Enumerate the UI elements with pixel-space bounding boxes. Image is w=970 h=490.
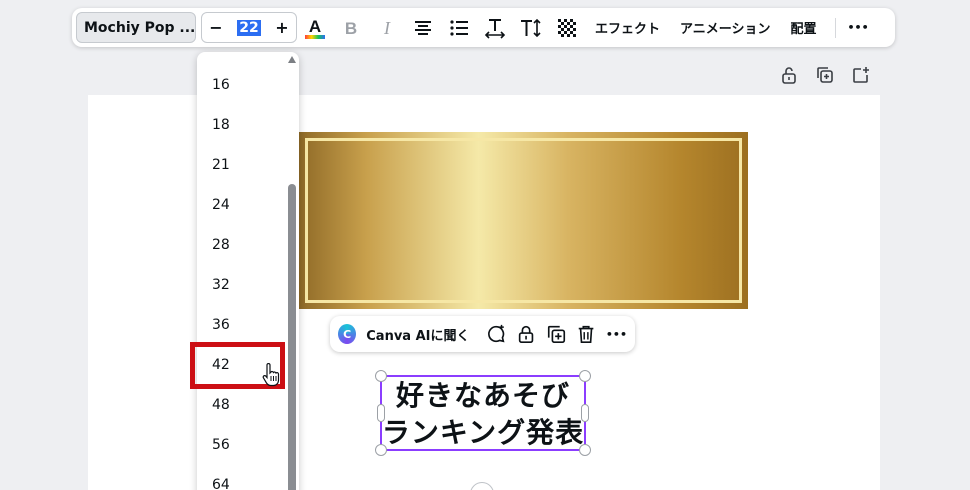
effects-button[interactable]: エフェクト <box>585 18 670 37</box>
page-actions <box>780 66 870 84</box>
font-size-option[interactable]: 56 <box>197 425 287 465</box>
font-size-input[interactable]: 22 <box>237 19 261 36</box>
add-page-icon[interactable] <box>852 66 870 84</box>
mini-more-button[interactable]: ••• <box>606 328 627 341</box>
font-size-option[interactable]: 21 <box>197 145 287 185</box>
font-size-option[interactable]: 64 <box>197 465 287 490</box>
position-button[interactable]: 配置 <box>781 18 827 37</box>
gold-banner-image[interactable] <box>299 132 748 309</box>
ask-canva-ai-button[interactable]: Canva AIに聞く <box>366 325 469 344</box>
dropdown-scrollbar[interactable] <box>288 56 296 490</box>
font-size-option[interactable]: 32 <box>197 265 287 305</box>
font-size-option[interactable]: 36 <box>197 305 287 345</box>
font-size-option[interactable]: 48 <box>197 385 287 425</box>
align-center-icon[interactable] <box>405 12 441 43</box>
hand-pointer-icon <box>262 363 280 387</box>
font-size-dropdown: 16 18 21 24 28 32 36 42 48 56 64 <box>197 52 299 490</box>
scroll-up-arrow-icon[interactable] <box>288 56 296 63</box>
selected-text-box[interactable]: 好きなあそび ランキング発表 <box>375 370 591 456</box>
size-decrease-button[interactable]: − <box>206 18 226 37</box>
unlock-icon[interactable] <box>780 66 798 84</box>
letter-spacing-icon[interactable] <box>477 12 513 43</box>
toolbar-divider <box>834 17 836 38</box>
canva-ai-icon[interactable]: C <box>338 324 357 344</box>
text-size-icon[interactable] <box>513 12 549 43</box>
element-mini-toolbar: C Canva AIに聞く ••• <box>330 316 635 352</box>
font-size-option[interactable]: 16 <box>197 65 287 105</box>
font-size-option[interactable]: 24 <box>197 185 287 225</box>
gold-banner-frame <box>305 138 742 303</box>
comment-add-icon[interactable] <box>486 323 506 345</box>
font-size-option[interactable]: 18 <box>197 105 287 145</box>
italic-icon[interactable]: I <box>369 12 405 43</box>
svg-text:B: B <box>345 19 357 37</box>
transparency-icon[interactable] <box>549 12 585 43</box>
more-options-button[interactable]: ••• <box>844 21 873 34</box>
font-family-select[interactable]: Mochiy Pop ... <box>76 12 196 43</box>
scrollbar-thumb[interactable] <box>288 184 296 490</box>
list-icon[interactable] <box>441 12 477 43</box>
font-size-stepper: − 22 + <box>201 12 297 43</box>
text-line-1: 好きなあそび <box>395 379 570 412</box>
text-color-icon[interactable]: A <box>297 12 333 43</box>
duplicate-page-icon[interactable] <box>816 66 834 84</box>
size-increase-button[interactable]: + <box>272 18 292 37</box>
trash-icon[interactable] <box>576 323 596 345</box>
svg-text:I: I <box>383 19 391 37</box>
duplicate-icon[interactable] <box>546 323 566 345</box>
animation-button[interactable]: アニメーション <box>670 18 780 37</box>
text-line-2: ランキング発表 <box>381 416 585 449</box>
font-size-option[interactable]: 28 <box>197 225 287 265</box>
lock-icon[interactable] <box>516 323 536 345</box>
svg-text:A: A <box>309 17 321 36</box>
bold-icon[interactable]: B <box>333 12 369 43</box>
text-toolbar: Mochiy Pop ... − 22 + A B I エフェクト アニメーショ… <box>72 8 895 47</box>
